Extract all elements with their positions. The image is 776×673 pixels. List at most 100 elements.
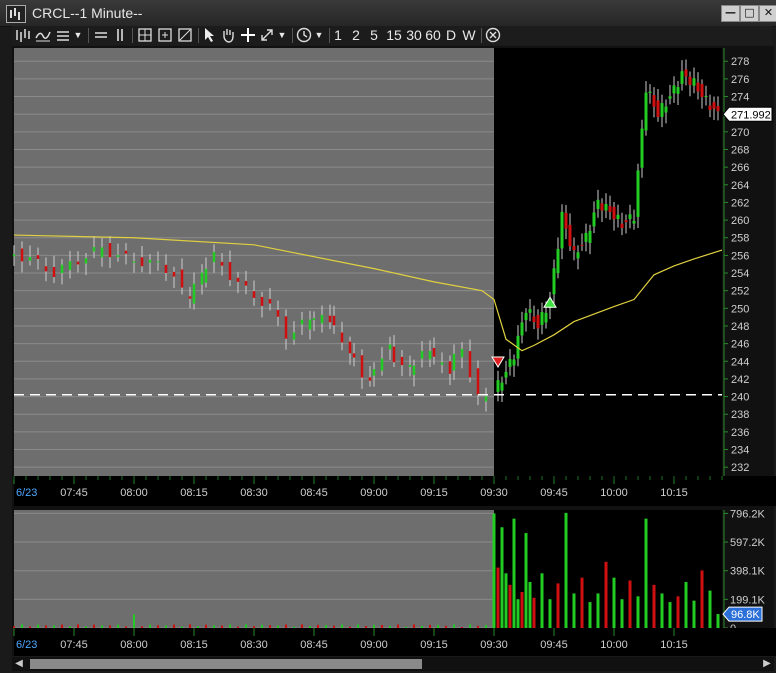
candle-down [220, 261, 224, 266]
candle-down [164, 264, 168, 273]
scroll-left-icon[interactable]: ◀ [12, 657, 26, 671]
date-label: 6/23 [16, 487, 37, 499]
candle-down [228, 261, 232, 281]
candle-down [328, 315, 332, 323]
candle-up [292, 332, 296, 340]
candle-up [388, 344, 392, 350]
price-tick-label: 252 [731, 286, 749, 298]
candle-up [116, 255, 120, 257]
chart-window: CRCL--1 Minute-- — □ ✕ ▼ ▼ ▼ 1 2 5 15 30… [0, 0, 776, 673]
volume-bar [684, 581, 688, 628]
volume-bar [357, 624, 359, 628]
price-tick-label: 256 [731, 250, 749, 262]
volume-time-tick-label: 09:00 [360, 639, 388, 651]
last-volume-label: 96.8K [731, 609, 760, 621]
candle-up [692, 78, 696, 86]
candle-up [500, 382, 504, 391]
volume-bar [500, 527, 504, 628]
candle-up [508, 359, 512, 367]
candle-down [392, 346, 396, 363]
candle-down [572, 246, 576, 251]
volume-bar [317, 624, 319, 628]
horizontal-scrollbar[interactable]: ◀ ▶ [12, 657, 774, 671]
volume-bar [37, 624, 39, 628]
candle-up [408, 364, 412, 367]
time-tick-label: 08:45 [300, 487, 328, 499]
scroll-right-icon[interactable]: ▶ [760, 657, 774, 671]
volume-bar [660, 593, 664, 628]
candle-down [568, 224, 572, 247]
candle-up [588, 230, 592, 243]
volume-bar [429, 624, 431, 628]
volume-bar [676, 596, 680, 628]
candle-down [612, 206, 616, 220]
time-tick-label: 09:00 [360, 487, 388, 499]
candle-down [172, 271, 176, 277]
volume-bar [213, 625, 215, 628]
volume-date-label: 6/23 [16, 639, 37, 651]
volume-bar [504, 573, 508, 628]
price-tick-label: 268 [731, 144, 749, 156]
volume-bar [141, 626, 143, 628]
price-panel: 232 234 236 238 240 242 244 246 248 250 252 254 256 2… [12, 48, 776, 506]
candle-up [28, 256, 32, 261]
volume-bar [173, 624, 175, 628]
volume-bar [157, 625, 159, 628]
candle-down [580, 244, 584, 246]
volume-bar [61, 624, 63, 628]
candle-up [412, 365, 416, 376]
volume-bar [293, 626, 295, 628]
candle-up [668, 96, 672, 99]
candle-up [704, 95, 708, 98]
volume-bar [69, 626, 71, 628]
chart-area[interactable]: 232 234 236 238 240 242 244 246 248 250 252 254 256 2… [0, 0, 776, 673]
candle-up [320, 314, 324, 324]
volume-bar [301, 624, 303, 628]
volume-bar [548, 599, 552, 628]
volume-bar [285, 624, 287, 628]
price-tick-label: 238 [731, 409, 749, 421]
candle-up [576, 252, 580, 259]
volume-bar [413, 624, 415, 628]
candle-down [652, 95, 656, 107]
volume-bar [341, 624, 343, 628]
candle-down [696, 82, 700, 92]
candle-down [368, 377, 372, 381]
candle-up [552, 268, 556, 295]
volume-bar [604, 561, 608, 628]
candle-down [700, 84, 704, 98]
candle-up [528, 309, 532, 313]
volume-bar [620, 599, 624, 628]
candle-down [180, 269, 184, 288]
volume-bar [261, 624, 263, 628]
candle-up [380, 358, 384, 371]
volume-bar [564, 512, 568, 628]
candle-down [656, 100, 660, 118]
candle-up [156, 261, 160, 263]
candle-down [332, 315, 336, 326]
candle-down [20, 248, 24, 262]
volume-panel: 796.2K597.2K398.1K199.1K096.8K6/2307:450… [13, 508, 776, 656]
candle-down [352, 353, 356, 358]
candle-up [212, 251, 216, 263]
candle-down [340, 332, 344, 343]
scrollbar-thumb[interactable] [30, 659, 422, 669]
candle-up [604, 203, 608, 211]
candle-up [204, 268, 208, 283]
candle-up [192, 283, 196, 304]
candle-down [600, 203, 604, 211]
volume-bar [652, 584, 656, 628]
candle-up [520, 322, 524, 336]
volume-bar [437, 624, 439, 628]
volume-bar [197, 626, 199, 628]
volume-bar [45, 625, 47, 628]
candle-up [428, 350, 432, 360]
candle-up [560, 211, 564, 249]
volume-bar [596, 593, 600, 628]
time-tick-label: 08:30 [240, 487, 268, 499]
candle-down [712, 102, 716, 109]
price-tick-label: 244 [731, 356, 749, 368]
volume-bar [516, 599, 520, 628]
volume-bar [133, 614, 135, 628]
volume-time-tick-label: 08:15 [180, 639, 208, 651]
